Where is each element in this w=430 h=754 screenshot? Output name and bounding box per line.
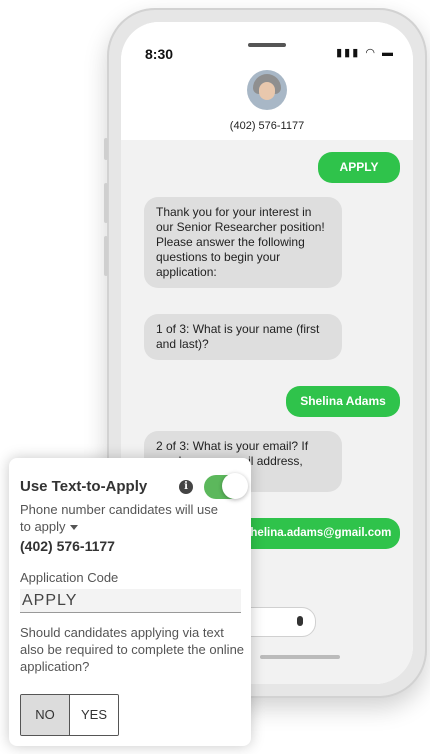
phone-number-label-text: Phone number candidates will use to appl…	[20, 502, 219, 534]
signal-icon: ▮▮▮	[336, 47, 361, 59]
status-icons: ▮▮▮ ◠ ▬	[336, 46, 395, 59]
phone-volume-down-button	[104, 236, 108, 276]
speaker-notch	[248, 43, 286, 47]
no-button[interactable]: NO	[21, 695, 70, 735]
message-bubble-incoming: Thank you for your interest in our Senio…	[144, 197, 342, 288]
text-to-apply-toggle[interactable]	[204, 473, 248, 499]
application-code-input[interactable]	[20, 589, 241, 613]
info-icon[interactable]: i	[179, 480, 193, 494]
phone-side-button	[104, 138, 108, 160]
wifi-icon: ◠	[365, 47, 377, 59]
settings-title: Use Text-to-Apply	[20, 478, 148, 495]
require-online-application-question: Should candidates applying via text also…	[20, 625, 245, 674]
phone-number-label: Phone number candidates will use to appl…	[20, 501, 220, 535]
phone-number-value[interactable]: (402) 576-1177	[20, 538, 115, 554]
text-to-apply-settings-card: Use Text-to-Apply i Phone number candida…	[9, 458, 251, 746]
message-bubble-outgoing: shelina.adams@gmail.com	[232, 518, 400, 549]
messages-header: 8:30 ▮▮▮ ◠ ▬ (402) 576-1177	[121, 22, 413, 140]
toggle-knob	[222, 473, 248, 499]
message-bubble-outgoing: Shelina Adams	[286, 386, 400, 417]
contact-number[interactable]: (402) 576-1177	[121, 120, 413, 132]
message-bubble-outgoing: APPLY	[318, 152, 400, 183]
status-time: 8:30	[145, 46, 174, 62]
avatar-face	[259, 82, 275, 100]
yes-button[interactable]: YES	[70, 695, 118, 735]
message-bubble-incoming: 1 of 3: What is your name (first and las…	[144, 314, 342, 360]
yes-no-toggle-group: NO YES	[20, 694, 119, 736]
home-indicator	[260, 655, 340, 659]
caret-down-icon[interactable]	[69, 525, 78, 531]
application-code-label: Application Code	[20, 570, 119, 585]
contact-avatar[interactable]	[247, 70, 287, 110]
battery-icon: ▬	[382, 47, 395, 59]
phone-volume-up-button	[104, 183, 108, 223]
microphone-icon[interactable]	[297, 616, 303, 626]
